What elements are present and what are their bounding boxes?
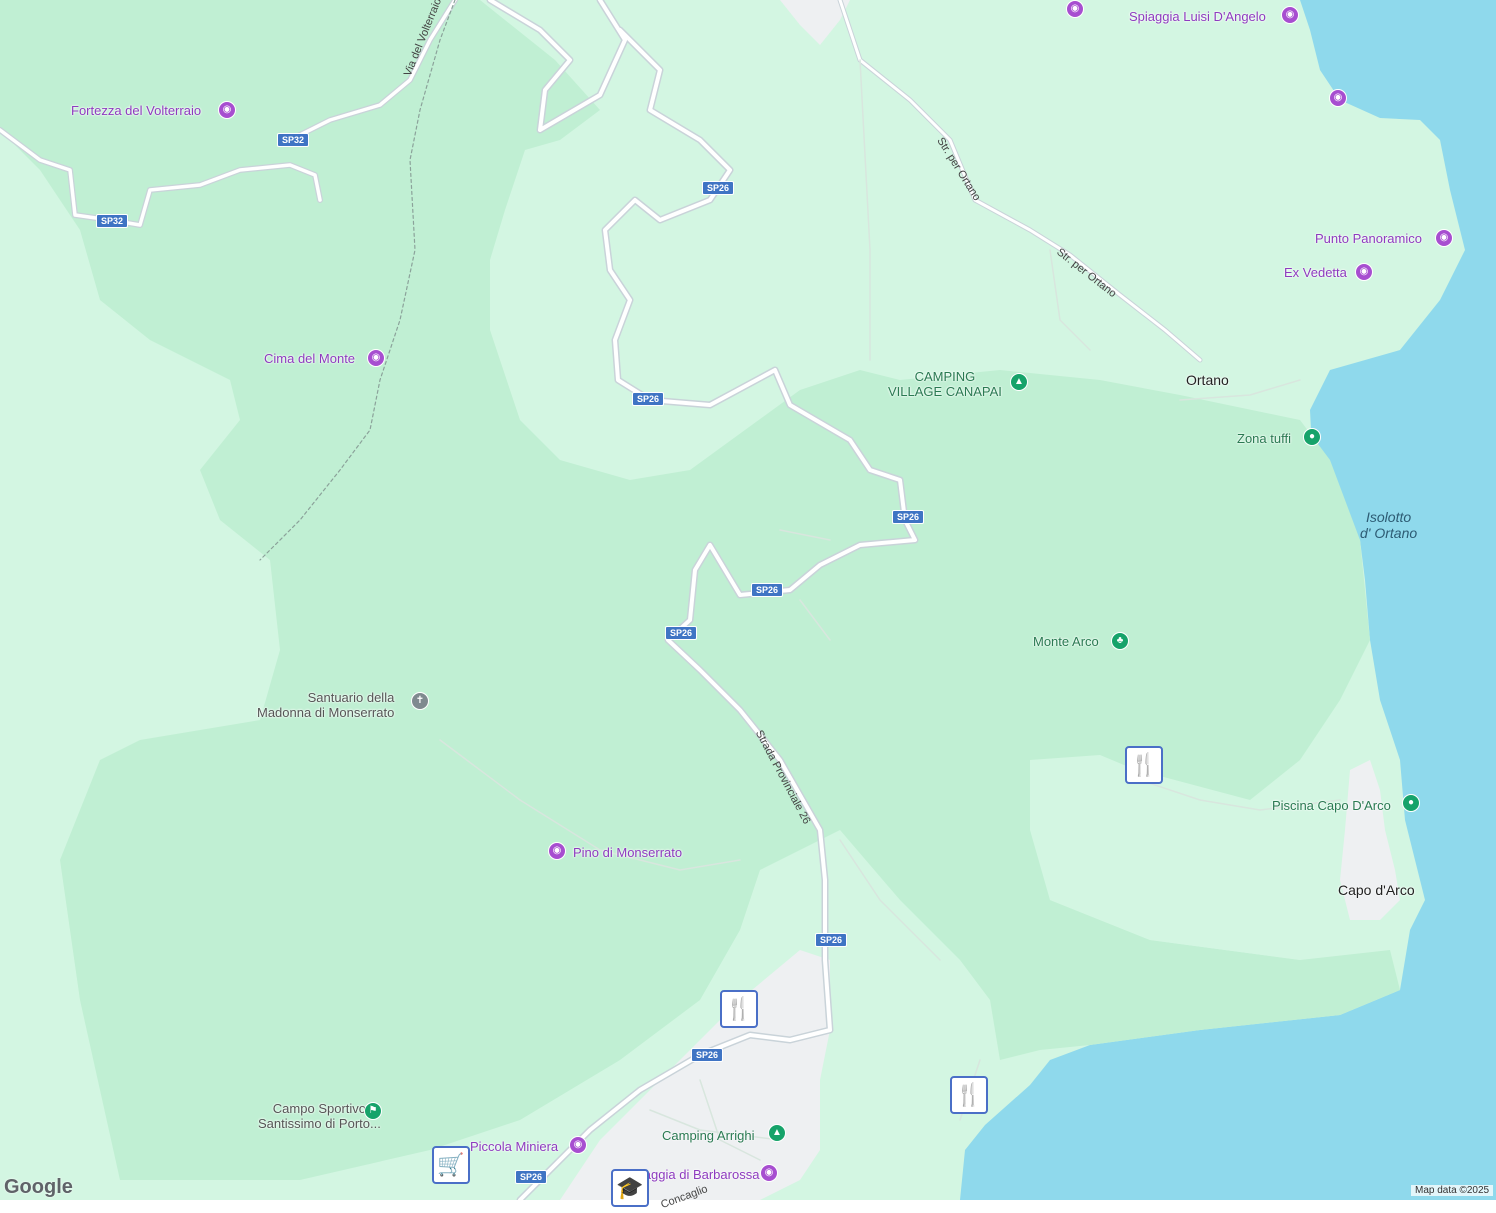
poi-campo-sportivo[interactable]: Campo Sportivo Santissimo di Porto... <box>258 1101 381 1131</box>
poi-piscina[interactable]: Piscina Capo D'Arco <box>1272 798 1391 813</box>
poi-pino-label: Pino di Monserrato <box>573 845 683 860</box>
poi-fortezza[interactable]: Fortezza del Volterraio <box>71 103 201 118</box>
shield-sp26-g: SP26 <box>691 1048 724 1062</box>
camera-icon[interactable]: ◉ <box>367 349 385 367</box>
camera-icon[interactable]: ◉ <box>1355 263 1373 281</box>
place-ortano[interactable]: Ortano <box>1186 373 1229 388</box>
poi-zona-tuffi-label: Zona tuffi <box>1237 431 1291 446</box>
restaurant-icon[interactable]: 🍴 <box>1125 746 1163 784</box>
isolotto-line2: d' Ortano <box>1360 525 1418 541</box>
camera-icon[interactable]: ◉ <box>1329 89 1347 107</box>
camera-icon[interactable]: ◉ <box>1281 6 1299 24</box>
poi-fortezza-label: Fortezza del Volterraio <box>71 103 202 118</box>
poi-spiaggia-luisi[interactable]: Spiaggia Luisi D'Angelo <box>1129 9 1266 24</box>
campo-line2: Santissimo di Porto... <box>258 1116 381 1131</box>
poi-punto-panoramico[interactable]: Punto Panoramico <box>1315 231 1422 246</box>
shield-sp32-a: SP32 <box>277 133 310 147</box>
place-capo-darco[interactable]: Capo d'Arco <box>1338 883 1415 898</box>
tree-icon[interactable]: ♣ <box>1111 632 1129 650</box>
santuario-line2: Madonna di Monserrato <box>257 705 395 720</box>
camping-canapai-line1: CAMPING <box>914 369 976 384</box>
shield-sp26-a: SP26 <box>702 181 735 195</box>
tent-icon[interactable]: ▲ <box>768 1124 786 1142</box>
shield-sp26-b: SP26 <box>632 392 665 406</box>
poi-cima-label: Cima del Monte <box>264 351 356 366</box>
tent-icon[interactable]: ▲ <box>1010 373 1028 391</box>
camera-icon[interactable]: ◉ <box>1066 0 1084 18</box>
restaurant-icon[interactable]: 🍴 <box>720 990 758 1028</box>
poi-santuario[interactable]: Santuario della Madonna di Monserrato <box>257 690 394 720</box>
shopping-cart-icon[interactable]: 🛒 <box>432 1146 470 1184</box>
camera-icon[interactable]: ◉ <box>760 1164 778 1182</box>
pin-icon[interactable]: ● <box>1303 428 1321 446</box>
shield-sp32-b: SP32 <box>96 214 129 228</box>
pin-icon[interactable]: ● <box>1402 794 1420 812</box>
isolotto-line1: Isolotto <box>1366 509 1412 525</box>
shield-sp26-f: SP26 <box>815 933 848 947</box>
poi-piscina-label: Piscina Capo D'Arco <box>1272 798 1391 813</box>
restaurant-icon[interactable]: 🍴 <box>950 1076 988 1114</box>
camping-canapai-line2: VILLAGE CANAPAI <box>888 384 1002 399</box>
camera-icon[interactable]: ◉ <box>1435 229 1453 247</box>
camera-icon[interactable]: ◉ <box>569 1136 587 1154</box>
poi-camping-canapai[interactable]: CAMPING VILLAGE CANAPAI <box>888 369 1002 399</box>
shield-sp26-e: SP26 <box>665 626 698 640</box>
camera-icon[interactable]: ◉ <box>548 842 566 860</box>
map-attribution[interactable]: Map data ©2025 <box>1411 1185 1494 1196</box>
google-logo: Google <box>4 1176 73 1198</box>
poi-piccola-miniera-label: Piccola Miniera <box>470 1139 559 1154</box>
campo-line1: Campo Sportivo <box>272 1101 367 1116</box>
poi-piccola-miniera[interactable]: Piccola Miniera <box>470 1139 558 1154</box>
poi-monte-arco[interactable]: Monte Arco <box>1033 634 1099 649</box>
school-icon[interactable]: 🎓 <box>611 1169 649 1207</box>
shield-sp26-h: SP26 <box>515 1170 548 1184</box>
poi-camping-arrighi[interactable]: Camping Arrighi <box>662 1128 755 1143</box>
camera-icon[interactable]: ◉ <box>218 101 236 119</box>
sports-icon[interactable]: ⚑ <box>364 1102 382 1120</box>
shield-sp26-c: SP26 <box>892 510 925 524</box>
poi-zona-tuffi[interactable]: Zona tuffi <box>1237 431 1291 446</box>
place-isolotto[interactable]: Isolotto d' Ortano <box>1360 509 1417 541</box>
santuario-line1: Santuario della <box>307 690 395 705</box>
poi-pino[interactable]: Pino di Monserrato <box>573 845 682 860</box>
poi-spiaggia-luisi-label: Spiaggia Luisi D'Angelo <box>1129 9 1266 24</box>
poi-camping-arrighi-label: Camping Arrighi <box>662 1128 755 1143</box>
shield-sp26-d: SP26 <box>751 583 784 597</box>
poi-ex-vedetta[interactable]: Ex Vedetta <box>1284 265 1347 280</box>
poi-punto-panoramico-label: Punto Panoramico <box>1315 231 1422 246</box>
poi-ex-vedetta-label: Ex Vedetta <box>1284 265 1347 280</box>
cross-icon[interactable]: ✝ <box>411 692 429 710</box>
poi-monte-arco-label: Monte Arco <box>1033 634 1099 649</box>
poi-cima[interactable]: Cima del Monte <box>264 351 355 366</box>
